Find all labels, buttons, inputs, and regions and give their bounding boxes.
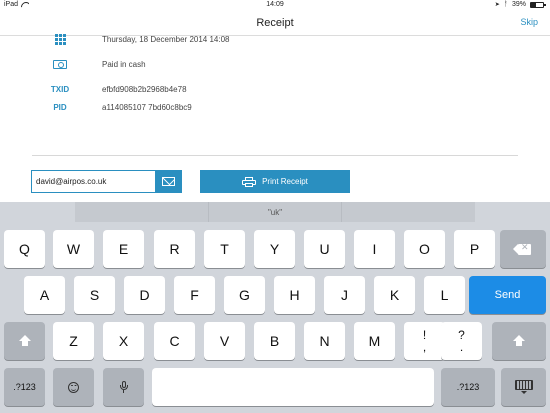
payment-method: Paid in cash xyxy=(102,59,146,69)
navigation-bar: Receipt Skip xyxy=(0,10,550,36)
key-w[interactable]: W xyxy=(53,230,94,268)
emoji-key[interactable] xyxy=(53,368,94,406)
key-d[interactable]: D xyxy=(124,276,165,314)
key-bottom-char: . xyxy=(459,340,464,354)
divider xyxy=(32,155,518,156)
email-field-container xyxy=(31,170,182,193)
key-j[interactable]: J xyxy=(324,276,365,314)
key-t[interactable]: T xyxy=(204,230,245,268)
key-q[interactable]: Q xyxy=(4,230,45,268)
key-k[interactable]: K xyxy=(374,276,415,314)
txid-row: TXID efbfd908b2b2968b4e78 xyxy=(46,81,187,97)
shift-key-right[interactable] xyxy=(492,322,546,360)
key-i[interactable]: I xyxy=(354,230,395,268)
on-screen-keyboard: "uk" Q W E R T Y U I O P ✕ A S D F G H J… xyxy=(0,202,550,413)
keyboard-hide-icon xyxy=(514,380,533,394)
key-a[interactable]: A xyxy=(24,276,65,314)
key-f[interactable]: F xyxy=(174,276,215,314)
battery-icon xyxy=(530,1,546,8)
key-c[interactable]: C xyxy=(154,322,195,360)
key-o[interactable]: O xyxy=(404,230,445,268)
key-y[interactable]: Y xyxy=(254,230,295,268)
suggestion-item[interactable]: "uk" xyxy=(209,202,343,222)
send-key[interactable]: Send xyxy=(469,276,546,314)
status-right: ➤ ᚨ 39% xyxy=(494,1,546,8)
envelope-icon xyxy=(161,177,175,186)
key-m[interactable]: M xyxy=(354,322,395,360)
key-p[interactable]: P xyxy=(454,230,495,268)
dictation-key[interactable] xyxy=(103,368,144,406)
key-bottom-char: , xyxy=(422,340,427,354)
numbers-key-left[interactable]: .?123 xyxy=(4,368,45,406)
key-x[interactable]: X xyxy=(103,322,144,360)
key-b[interactable]: B xyxy=(254,322,295,360)
suggestion-bar: "uk" xyxy=(75,202,475,222)
backspace-icon: ✕ xyxy=(513,242,531,255)
receipt-date: Thursday, 18 December 2014 14:08 xyxy=(102,34,230,44)
status-time: 14:09 xyxy=(266,1,284,8)
key-n[interactable]: N xyxy=(304,322,345,360)
pid-label: PID xyxy=(53,102,67,112)
key-r[interactable]: R xyxy=(154,230,195,268)
print-receipt-button[interactable]: Print Receipt xyxy=(200,170,350,193)
skip-button[interactable]: Skip xyxy=(520,17,538,27)
key-question-period[interactable]: ? . xyxy=(441,322,482,360)
key-exclamation-comma[interactable]: ! , xyxy=(404,322,445,360)
key-z[interactable]: Z xyxy=(53,322,94,360)
send-email-button[interactable] xyxy=(155,171,181,192)
cash-icon xyxy=(46,59,74,69)
emoji-icon xyxy=(68,381,79,393)
key-l[interactable]: L xyxy=(424,276,465,314)
key-e[interactable]: E xyxy=(103,230,144,268)
page-title: Receipt xyxy=(256,17,294,29)
pid-row: PID a114085107 7bd60c8bc9 xyxy=(46,99,191,115)
shift-icon xyxy=(18,335,31,347)
numbers-key-right[interactable]: .?123 xyxy=(441,368,495,406)
bluetooth-icon: ᚨ xyxy=(503,1,508,8)
location-icon: ➤ xyxy=(494,2,500,8)
backspace-key[interactable]: ✕ xyxy=(500,230,546,268)
hide-keyboard-key[interactable] xyxy=(501,368,546,406)
suggestion-item[interactable] xyxy=(342,202,475,222)
print-receipt-label: Print Receipt xyxy=(262,177,308,186)
key-s[interactable]: S xyxy=(74,276,115,314)
email-input[interactable] xyxy=(32,171,155,192)
key-h[interactable]: H xyxy=(274,276,315,314)
printer-icon xyxy=(242,176,257,187)
payment-row: Paid in cash xyxy=(46,56,146,72)
txid-label: TXID xyxy=(50,84,70,94)
suggestion-item[interactable] xyxy=(75,202,209,222)
date-row: Thursday, 18 December 2014 14:08 xyxy=(46,31,229,47)
battery-percent: 39% xyxy=(511,1,526,8)
txid-value: efbfd908b2b2968b4e78 xyxy=(102,84,187,94)
pid-value: a114085107 7bd60c8bc9 xyxy=(102,102,192,112)
microphone-icon xyxy=(119,380,128,394)
space-key[interactable] xyxy=(152,368,434,406)
shift-key-left[interactable] xyxy=(4,322,45,360)
key-v[interactable]: V xyxy=(204,322,245,360)
calendar-icon xyxy=(46,33,74,45)
key-g[interactable]: G xyxy=(224,276,265,314)
status-bar: iPad 14:09 ➤ ᚨ 39% xyxy=(0,0,550,10)
key-u[interactable]: U xyxy=(304,230,345,268)
shift-icon xyxy=(513,335,525,347)
battery-fill xyxy=(531,2,536,7)
